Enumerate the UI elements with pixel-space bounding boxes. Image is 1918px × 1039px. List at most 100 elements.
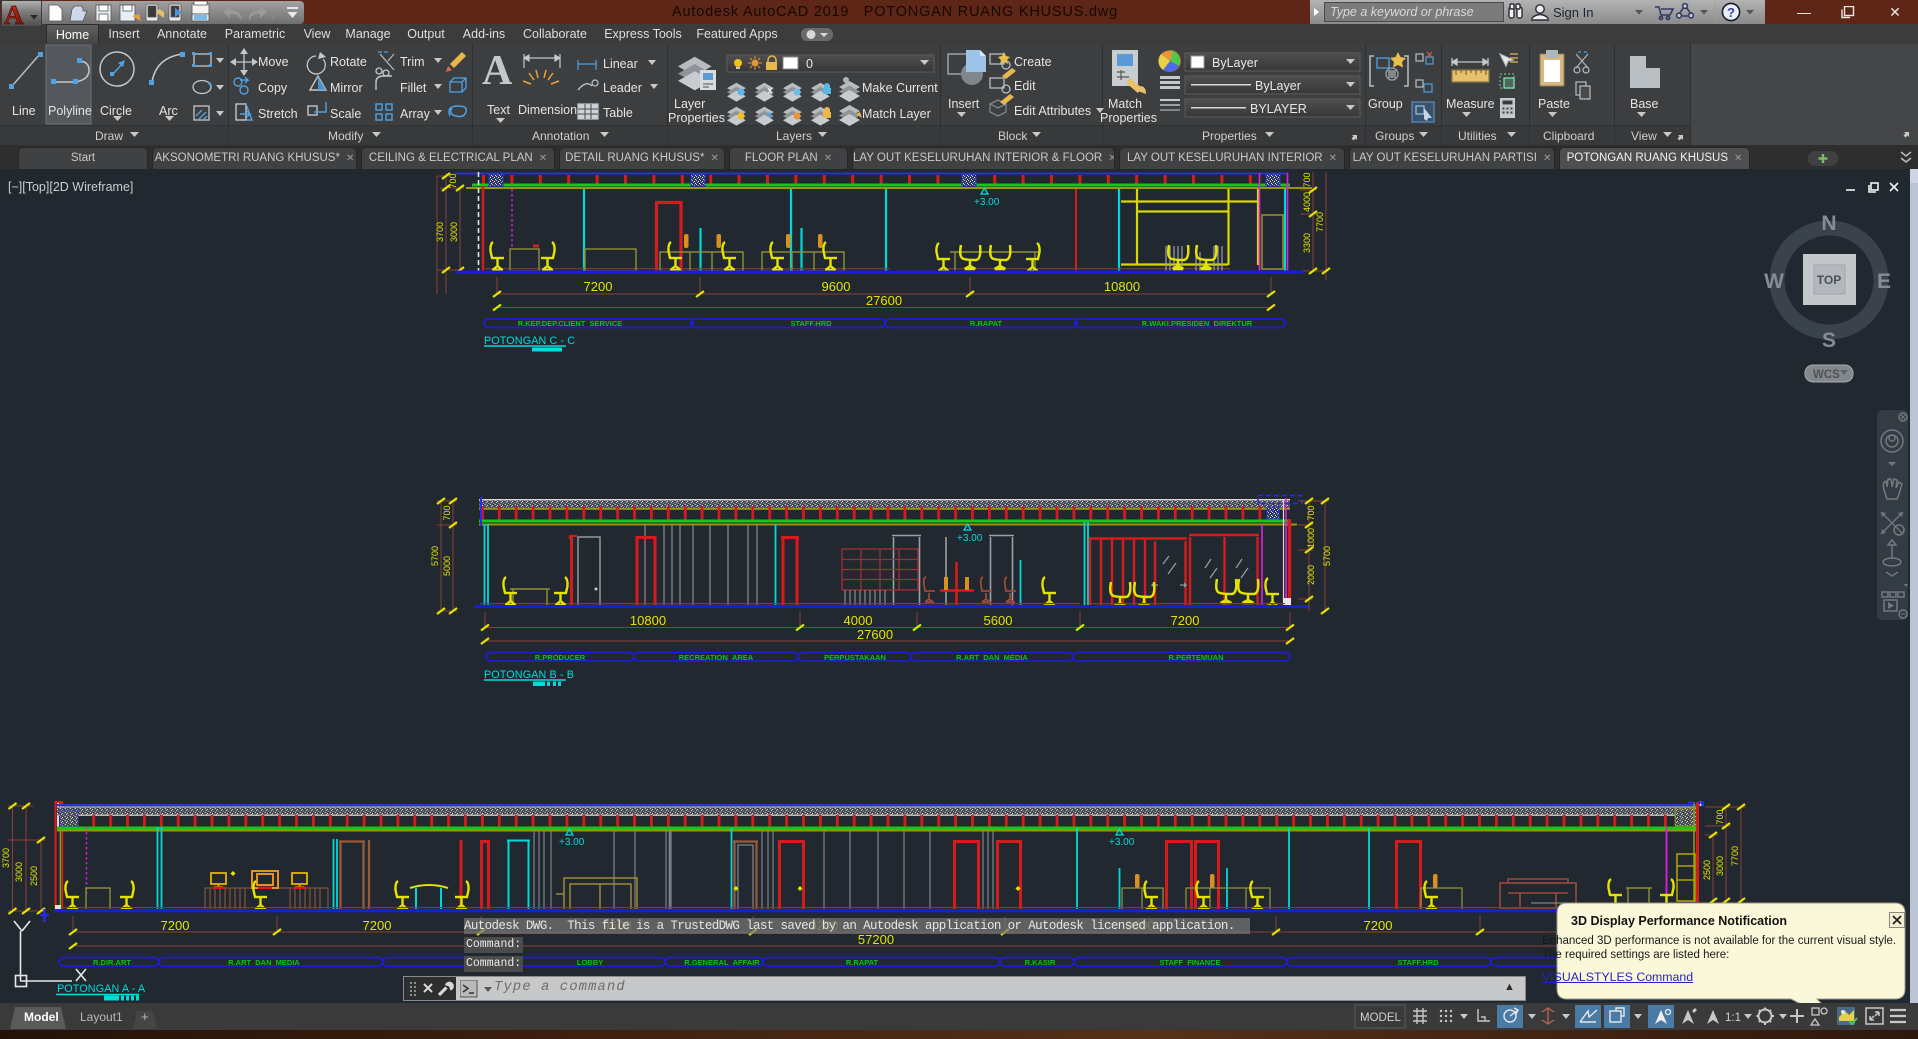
svg-text:?: ? bbox=[1727, 5, 1735, 20]
svg-text:Draw: Draw bbox=[95, 129, 123, 143]
svg-text:TOP: TOP bbox=[1817, 273, 1841, 287]
svg-text:Properties: Properties bbox=[668, 111, 725, 125]
svg-text:POTONGAN C - C: POTONGAN C - C bbox=[484, 335, 575, 347]
svg-text:R.GENERAL AFFAIR: R.GENERAL AFFAIR bbox=[684, 958, 760, 967]
svg-text:LOBBY: LOBBY bbox=[577, 958, 603, 967]
svg-text:A: A bbox=[4, 1, 24, 26]
svg-text:+3.00: +3.00 bbox=[559, 837, 585, 848]
svg-text:Sign In: Sign In bbox=[1553, 5, 1593, 20]
svg-text:STAFF.HRD: STAFF.HRD bbox=[790, 319, 832, 328]
svg-text:2500: 2500 bbox=[29, 866, 39, 886]
svg-text:Text: Text bbox=[487, 103, 510, 117]
svg-text:Linear: Linear bbox=[603, 57, 638, 71]
svg-text:W: W bbox=[1764, 270, 1784, 293]
svg-text:Annotation: Annotation bbox=[532, 129, 589, 143]
svg-text:3000: 3000 bbox=[449, 222, 459, 242]
svg-text:Layers: Layers bbox=[776, 129, 812, 143]
svg-text:Model: Model bbox=[24, 1010, 59, 1024]
svg-text:N: N bbox=[1821, 212, 1836, 235]
svg-text:ByLayer: ByLayer bbox=[1212, 56, 1258, 70]
svg-text:R.PERTEMUAN: R.PERTEMUAN bbox=[1168, 653, 1223, 662]
svg-text:7200: 7200 bbox=[584, 279, 613, 294]
svg-text:700: 700 bbox=[1715, 809, 1725, 824]
svg-text:Scale: Scale bbox=[330, 107, 361, 121]
svg-text:Utilities: Utilities bbox=[1458, 129, 1497, 143]
svg-text:E: E bbox=[1877, 270, 1891, 293]
svg-text:700: 700 bbox=[442, 505, 452, 520]
svg-text:Stretch: Stretch bbox=[258, 107, 298, 121]
svg-text:27600: 27600 bbox=[866, 293, 902, 308]
svg-text:ByLayer: ByLayer bbox=[1255, 79, 1301, 93]
svg-text:RECREATION AREA: RECREATION AREA bbox=[679, 653, 754, 662]
svg-text:Move: Move bbox=[258, 55, 289, 69]
svg-text:3700: 3700 bbox=[1, 848, 11, 868]
svg-text:1000: 1000 bbox=[1306, 528, 1316, 548]
svg-text:5600: 5600 bbox=[984, 613, 1013, 628]
svg-text:3700: 3700 bbox=[435, 222, 445, 242]
svg-text:3300: 3300 bbox=[1302, 233, 1312, 253]
svg-text:27600: 27600 bbox=[857, 627, 893, 642]
svg-text:700: 700 bbox=[448, 173, 458, 188]
svg-text:Polyline: Polyline bbox=[48, 104, 92, 118]
svg-text:Base: Base bbox=[1630, 97, 1659, 111]
svg-text:+: + bbox=[141, 1009, 149, 1024]
svg-text:WCS: WCS bbox=[1813, 369, 1840, 381]
svg-text:Properties: Properties bbox=[1100, 111, 1157, 125]
svg-text:S: S bbox=[1822, 329, 1836, 352]
svg-text:Circle: Circle bbox=[100, 104, 132, 118]
svg-text:Modify: Modify bbox=[328, 129, 363, 143]
svg-text:5700: 5700 bbox=[1322, 546, 1332, 566]
svg-text:Paste: Paste bbox=[1538, 97, 1570, 111]
svg-text:7200: 7200 bbox=[1171, 613, 1200, 628]
svg-text:Make Current: Make Current bbox=[862, 81, 938, 95]
svg-text:4000: 4000 bbox=[844, 613, 873, 628]
svg-text:Block: Block bbox=[998, 129, 1028, 143]
svg-text:7200: 7200 bbox=[363, 918, 392, 933]
svg-text:Edit Attributes: Edit Attributes bbox=[1014, 104, 1091, 118]
svg-text:+3.00: +3.00 bbox=[1109, 837, 1135, 848]
svg-text:Layout1: Layout1 bbox=[80, 1010, 123, 1024]
svg-text:BYLAYER: BYLAYER bbox=[1250, 102, 1307, 116]
svg-text:Table: Table bbox=[603, 106, 633, 120]
svg-text:Create: Create bbox=[1014, 55, 1052, 69]
svg-text:R.KEP.DEP.CLIENT SERVICE: R.KEP.DEP.CLIENT SERVICE bbox=[518, 319, 623, 328]
svg-text:R.RAPAT: R.RAPAT bbox=[846, 958, 879, 967]
svg-text:3000: 3000 bbox=[1715, 856, 1725, 876]
svg-text:STAFF.HRD: STAFF.HRD bbox=[1397, 958, 1439, 967]
svg-text:STAFF FINANCE: STAFF FINANCE bbox=[1159, 958, 1220, 967]
svg-text:Fillet: Fillet bbox=[400, 81, 427, 95]
svg-text:9600: 9600 bbox=[822, 279, 851, 294]
svg-text:57200: 57200 bbox=[858, 932, 894, 947]
svg-text:R.DIR.ART: R.DIR.ART bbox=[93, 958, 131, 967]
svg-text:+3.00: +3.00 bbox=[974, 197, 1000, 208]
svg-text:3000: 3000 bbox=[14, 862, 24, 882]
svg-text:Properties: Properties bbox=[1202, 129, 1257, 143]
svg-text:[−][Top][2D Wireframe]: [−][Top][2D Wireframe] bbox=[8, 180, 133, 194]
svg-text:Clipboard: Clipboard bbox=[1543, 129, 1594, 143]
svg-text:10800: 10800 bbox=[630, 613, 666, 628]
svg-text:View: View bbox=[1631, 129, 1657, 143]
svg-text:Dimension: Dimension bbox=[518, 103, 577, 117]
svg-text:Match: Match bbox=[1108, 97, 1142, 111]
svg-text:7700: 7700 bbox=[1730, 846, 1740, 866]
svg-text:1:1: 1:1 bbox=[1725, 1012, 1741, 1024]
svg-text:Arc: Arc bbox=[159, 104, 178, 118]
svg-text:0: 0 bbox=[806, 57, 813, 71]
svg-text:Insert: Insert bbox=[948, 97, 980, 111]
svg-text:+3.00: +3.00 bbox=[957, 533, 983, 544]
svg-text:2000: 2000 bbox=[1306, 565, 1316, 585]
svg-text:700: 700 bbox=[1306, 505, 1316, 520]
svg-text:POTONGAN B - B: POTONGAN B - B bbox=[484, 669, 574, 681]
svg-text:R.ART DAN MEDIA: R.ART DAN MEDIA bbox=[956, 653, 1028, 662]
svg-text:R.RAPAT: R.RAPAT bbox=[970, 319, 1003, 328]
svg-text:Copy: Copy bbox=[258, 81, 288, 95]
svg-text:7200: 7200 bbox=[1364, 918, 1393, 933]
svg-text:5000: 5000 bbox=[442, 556, 452, 576]
svg-text:Groups: Groups bbox=[1375, 129, 1414, 143]
svg-text:Layer: Layer bbox=[674, 97, 705, 111]
svg-text:Rotate: Rotate bbox=[330, 55, 367, 69]
svg-text:Trim: Trim bbox=[400, 55, 425, 69]
svg-text:Measure: Measure bbox=[1446, 97, 1495, 111]
svg-text:Array: Array bbox=[400, 107, 431, 121]
svg-text:7200: 7200 bbox=[161, 918, 190, 933]
